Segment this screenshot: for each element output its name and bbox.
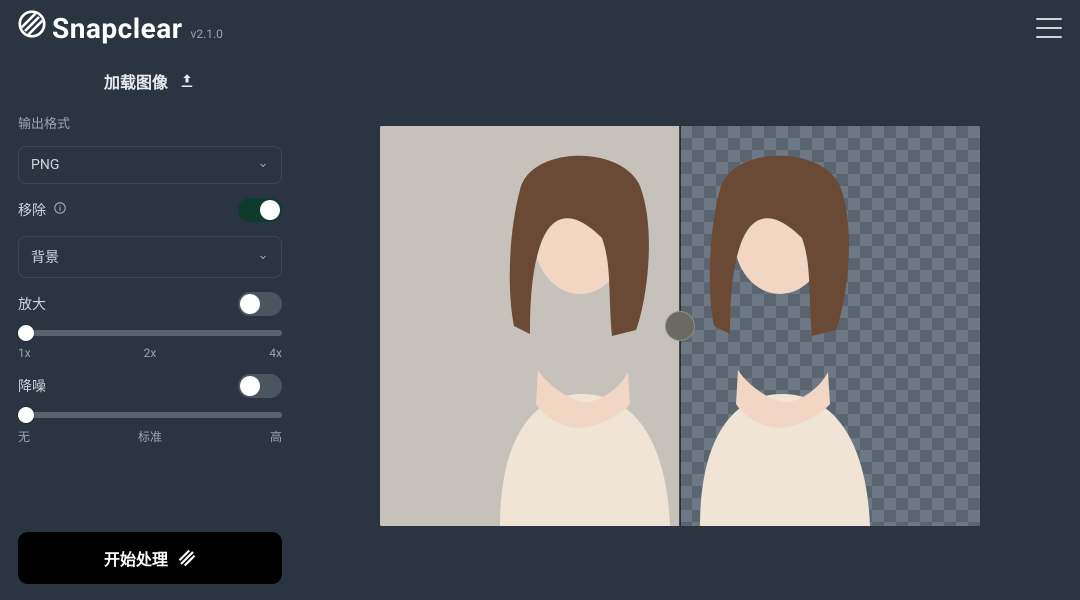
process-button[interactable]: 开始处理: [18, 532, 282, 584]
upscale-tick-4x: 4x: [269, 346, 282, 360]
upscale-slider-thumb[interactable]: [18, 325, 34, 341]
output-format-select[interactable]: PNG: [18, 146, 282, 184]
subject-original: [380, 126, 680, 526]
app-version: v2.1.0: [191, 27, 223, 41]
denoise-tick-none: 无: [18, 428, 30, 445]
remove-toggle[interactable]: [238, 198, 282, 222]
denoise-slider[interactable]: [18, 412, 282, 418]
brand: Snapclear v2.1.0: [18, 10, 223, 45]
load-image-label: 加载图像: [104, 69, 168, 93]
upscale-tick-2x: 2x: [144, 346, 157, 360]
preview-original: [380, 126, 680, 526]
upscale-toggle[interactable]: [238, 292, 282, 316]
chevron-down-icon: [257, 159, 269, 171]
upload-icon: [178, 72, 196, 90]
upscale-tick-1x: 1x: [18, 346, 31, 360]
remove-target-select[interactable]: 背景: [18, 236, 282, 278]
app-logo: [18, 10, 46, 38]
upscale-slider[interactable]: [18, 330, 282, 336]
menu-button[interactable]: [1036, 18, 1062, 38]
denoise-label: 降噪: [18, 376, 46, 396]
denoise-tick-standard: 标准: [138, 428, 162, 445]
remove-target-value: 背景: [31, 247, 59, 267]
app-name: Snapclear: [52, 12, 183, 45]
chevron-down-icon: [257, 251, 269, 263]
sidebar: 加载图像 输出格式 PNG 移除 背景: [0, 51, 300, 600]
compare-handle[interactable]: [665, 311, 695, 341]
canvas-area: [300, 51, 1080, 600]
info-icon: [53, 201, 67, 215]
preview-compare[interactable]: [380, 126, 980, 526]
output-format-label: 输出格式: [18, 113, 282, 132]
denoise-slider-thumb[interactable]: [18, 407, 34, 423]
logo-icon: [18, 10, 46, 38]
remove-label: 移除: [18, 200, 67, 220]
denoise-toggle[interactable]: [238, 374, 282, 398]
load-image-button[interactable]: 加载图像: [18, 61, 282, 99]
process-button-label: 开始处理: [104, 546, 168, 570]
preview-result: [680, 126, 980, 526]
upscale-label: 放大: [18, 294, 46, 314]
stripes-icon: [178, 549, 196, 567]
subject-cutout: [680, 126, 980, 526]
output-format-value: PNG: [31, 157, 59, 173]
denoise-tick-high: 高: [270, 428, 282, 445]
